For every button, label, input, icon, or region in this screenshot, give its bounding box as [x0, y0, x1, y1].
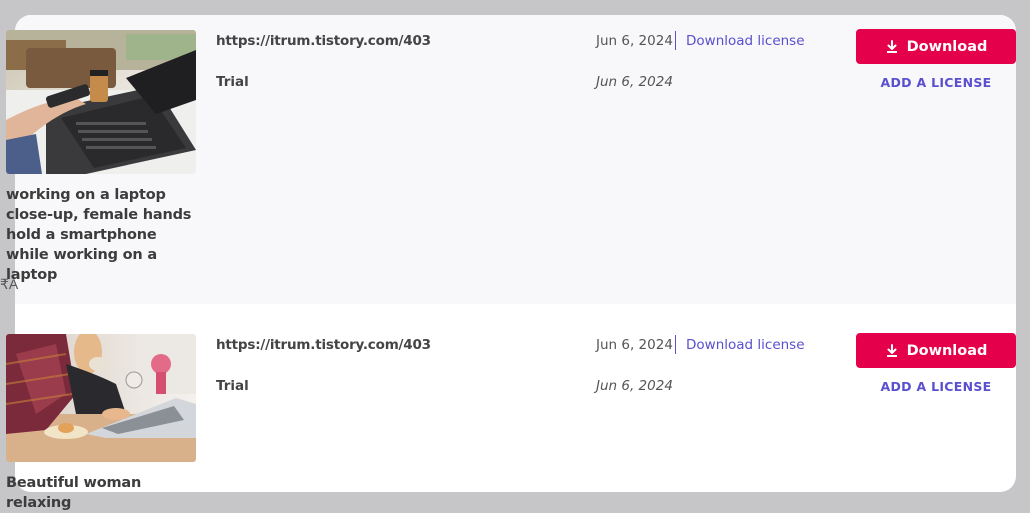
download-icon	[885, 39, 899, 54]
add-license-link[interactable]: ADD A LICENSE	[856, 379, 1016, 394]
license-type: Trial	[216, 74, 249, 90]
add-license-link[interactable]: ADD A LICENSE	[856, 75, 1016, 90]
item-caption: working on a laptop close-up, female han…	[6, 187, 192, 283]
item-thumbnail[interactable]	[6, 334, 196, 462]
divider	[675, 31, 676, 50]
download-button-label: Download	[906, 38, 988, 55]
license-type: Trial	[216, 378, 249, 394]
download-license-link[interactable]: Download license	[686, 337, 805, 353]
download-button[interactable]: Download	[856, 333, 1016, 368]
download-icon	[885, 343, 899, 358]
item-thumbnail[interactable]	[6, 30, 196, 174]
license-date: Jun 6, 2024	[596, 74, 673, 90]
download-button[interactable]: Download	[856, 29, 1016, 64]
item-date: Jun 6, 2024	[596, 337, 673, 353]
item-date: Jun 6, 2024	[596, 33, 673, 49]
download-button-label: Download	[906, 342, 988, 359]
item-caption: Beautiful woman relaxing	[6, 475, 142, 511]
divider	[675, 335, 676, 354]
license-date: Jun 6, 2024	[596, 378, 673, 394]
item-url: https://itrum.tistory.com/403	[216, 33, 431, 49]
laptop-photo-icon	[6, 30, 196, 174]
download-license-link[interactable]: Download license	[686, 33, 805, 49]
item-url: https://itrum.tistory.com/403	[216, 337, 431, 353]
woman-laptop-photo-icon	[6, 334, 196, 462]
